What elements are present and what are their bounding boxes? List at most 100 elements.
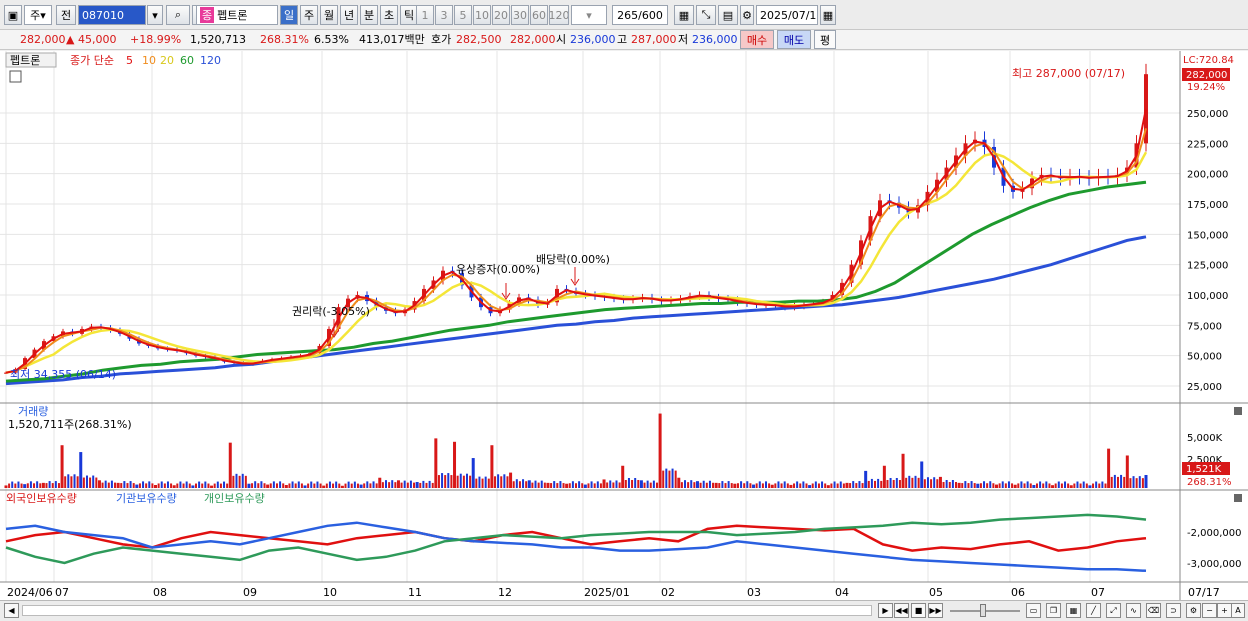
avg-button[interactable]: 평 <box>814 30 836 49</box>
avg-label: 평 <box>819 33 831 47</box>
settings-icon[interactable]: ⚙ <box>1186 603 1201 618</box>
volume-bar <box>774 483 777 488</box>
volume-bar <box>257 483 260 488</box>
grid-icon[interactable]: ▦ <box>1066 603 1081 618</box>
font-icon[interactable]: A <box>1231 603 1245 618</box>
interval-tab-30[interactable]: 30 <box>511 5 529 25</box>
interval-tab-20[interactable]: 20 <box>492 5 510 25</box>
market-type-select[interactable]: 주 ▾ <box>24 5 52 25</box>
volume-bar <box>363 483 366 488</box>
volume-bar <box>201 483 204 488</box>
rewind-icon[interactable]: ◀◀ <box>894 603 909 618</box>
volume-bar <box>366 481 369 488</box>
period-tab-0[interactable]: 일 <box>280 5 298 25</box>
scroll-left-icon[interactable]: ◀ <box>4 603 19 618</box>
compare-icon[interactable]: ⤡ <box>696 5 716 25</box>
volume-bar <box>814 481 817 488</box>
volume-bar <box>176 483 179 488</box>
ma60-legend: 60 <box>180 54 194 67</box>
tools-icon[interactable]: ▦ <box>674 5 694 25</box>
volume-bar <box>1045 481 1048 488</box>
volume-bar <box>251 483 254 488</box>
volume-bar <box>338 483 341 488</box>
volume-bar <box>70 476 73 488</box>
volume-bar <box>1132 476 1135 488</box>
interval-tab-120[interactable]: 120 <box>549 5 569 25</box>
magnet-icon[interactable]: ⊃ <box>1166 603 1181 618</box>
volume-bar <box>478 476 481 488</box>
volume-bar <box>73 474 76 488</box>
volume-bar <box>596 481 599 488</box>
volume-bar <box>1141 478 1144 488</box>
search-icon[interactable]: ⌕ <box>166 5 190 25</box>
period-tab-4[interactable]: 분 <box>360 5 378 25</box>
volume-bar <box>955 481 957 488</box>
wave-icon[interactable]: ∿ <box>1126 603 1141 618</box>
volume-bar <box>1135 478 1138 488</box>
date-field[interactable]: 2025/07/17 <box>756 5 818 25</box>
interval-tab-1[interactable]: 1 <box>416 5 434 25</box>
volume-bar <box>1095 481 1098 488</box>
stop-icon[interactable]: ■ <box>911 603 926 618</box>
chevron-down-icon[interactable]: ▾ <box>147 5 163 25</box>
calendar-icon[interactable]: ▦ <box>820 5 836 25</box>
interval-select[interactable]: ▾ <box>571 5 607 25</box>
count-field[interactable]: 265/600 <box>612 5 668 25</box>
event-capital-increase: 유상증자(0.00%) <box>456 263 540 276</box>
scroll-right-icon[interactable]: ▶ <box>878 603 893 618</box>
volume-bar <box>976 483 980 488</box>
volume-bar <box>238 475 241 488</box>
volume-bar <box>609 480 612 488</box>
sell-button[interactable]: 매도 <box>777 30 811 49</box>
lc-label: LC:720.84 <box>1183 55 1234 66</box>
prev-button[interactable]: 전 <box>56 5 76 25</box>
volume-bar <box>198 481 201 488</box>
volume-bar <box>195 483 197 488</box>
draw-icon[interactable]: ╱ <box>1086 603 1101 618</box>
forward-icon[interactable]: ▶▶ <box>928 603 943 618</box>
window-icon[interactable]: ▣ <box>4 5 22 25</box>
volume-bar <box>45 483 48 488</box>
interval-tab-5[interactable]: 5 <box>454 5 472 25</box>
stock-name-field[interactable]: 종 펩트론 <box>196 5 278 25</box>
interval-tab-60[interactable]: 60 <box>530 5 548 25</box>
buy-button[interactable]: 매수 <box>740 30 774 49</box>
institution-legend: 기관보유수량 <box>116 492 177 505</box>
period-tab-2[interactable]: 월 <box>320 5 338 25</box>
eraser-icon[interactable]: ⌫ <box>1146 603 1161 618</box>
layout-icon[interactable]: ▭ <box>1026 603 1041 618</box>
save-icon[interactable]: ▤ <box>718 5 738 25</box>
volume-bar <box>531 482 534 488</box>
chart-area[interactable]: 펩트론 종가 단순 5 10 20 60 120 최고 287,000 (07/… <box>0 51 1248 600</box>
volume-bar <box>107 482 110 488</box>
close-icon[interactable] <box>1234 407 1242 415</box>
holdings-tick: -2,000,000 <box>1187 528 1242 539</box>
volume-bar <box>1123 476 1126 488</box>
stock-code-input[interactable]: 087010 <box>78 5 146 25</box>
volume-bar <box>294 483 297 488</box>
gear-icon[interactable]: ⚙ <box>740 5 754 25</box>
interval-tab-3[interactable]: 3 <box>435 5 453 25</box>
zoom-handle[interactable] <box>980 604 986 617</box>
interval-tab-10[interactable]: 10 <box>473 5 491 25</box>
volume-bar <box>481 478 484 488</box>
period-tab-5[interactable]: 초 <box>380 5 398 25</box>
volume-bar <box>288 483 291 488</box>
copy-icon[interactable]: ❐ <box>1046 603 1061 618</box>
zoom-in-icon[interactable]: + <box>1217 603 1232 618</box>
volume-bar <box>509 472 513 488</box>
period-tab-3[interactable]: 년 <box>340 5 358 25</box>
indicator-icon[interactable] <box>9 70 22 83</box>
scrollbar-track[interactable] <box>22 605 872 616</box>
volume-bar <box>41 482 45 488</box>
volume-bar <box>571 481 574 488</box>
trend-icon[interactable]: ⤢ <box>1106 603 1121 618</box>
open-label: 시 <box>556 33 567 46</box>
period-tab-1[interactable]: 주 <box>300 5 318 25</box>
volume-bar <box>730 483 733 488</box>
volume-bar <box>749 483 752 488</box>
volume-bar <box>808 485 812 488</box>
zoom-out-icon[interactable]: − <box>1202 603 1217 618</box>
close-icon[interactable] <box>1234 494 1242 502</box>
volume-bar <box>85 475 88 488</box>
